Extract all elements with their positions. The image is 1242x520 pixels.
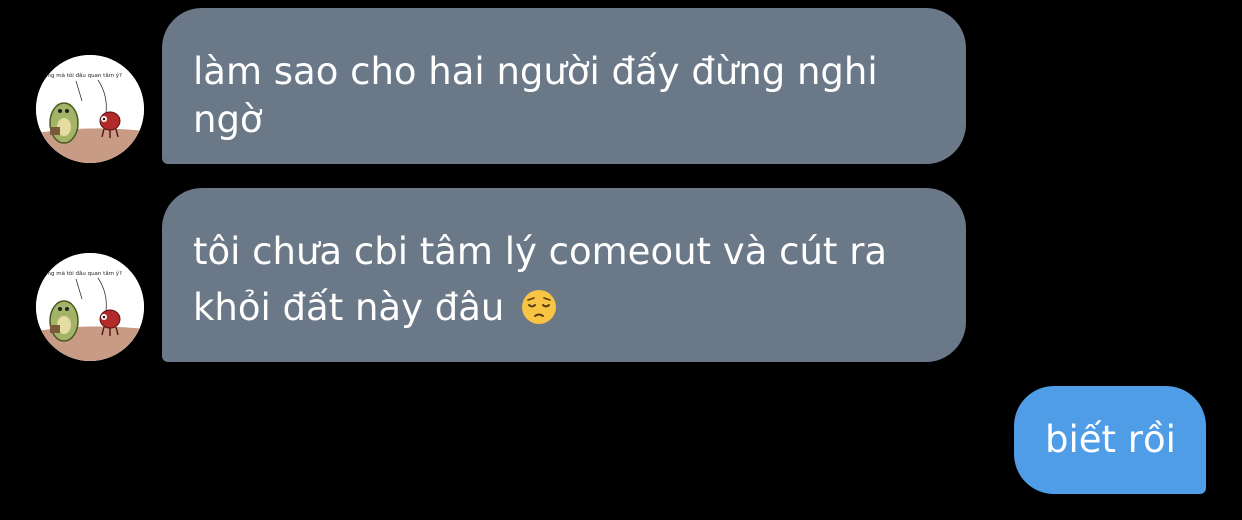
avatar-comic-image: ưng mà tôi đâu quan tâm ý? xyxy=(36,55,144,163)
message-text: làm sao cho hai người đấy đừng nghi ngờ xyxy=(193,50,878,141)
message-text: biết rồi xyxy=(1045,418,1176,461)
outgoing-message-bubble[interactable]: biết rồi xyxy=(1014,386,1206,494)
pensive-face-emoji xyxy=(520,286,558,342)
incoming-message-bubble[interactable]: làm sao cho hai người đấy đừng nghi ngờ xyxy=(162,8,966,164)
incoming-message-bubble[interactable]: tôi chưa cbi tâm lý comeout và cút ra kh… xyxy=(162,188,966,362)
sender-avatar[interactable]: ưng mà tôi đâu quan tâm ý? xyxy=(36,55,144,163)
sender-avatar[interactable]: ưng mà tôi đâu quan tâm ý? xyxy=(36,253,144,361)
avatar-caption: ưng mà tôi đâu quan tâm ý? xyxy=(44,270,122,277)
avatar-comic-image: ưng mà tôi đâu quan tâm ý? xyxy=(36,253,144,361)
avatar-caption: ưng mà tôi đâu quan tâm ý? xyxy=(44,72,122,79)
